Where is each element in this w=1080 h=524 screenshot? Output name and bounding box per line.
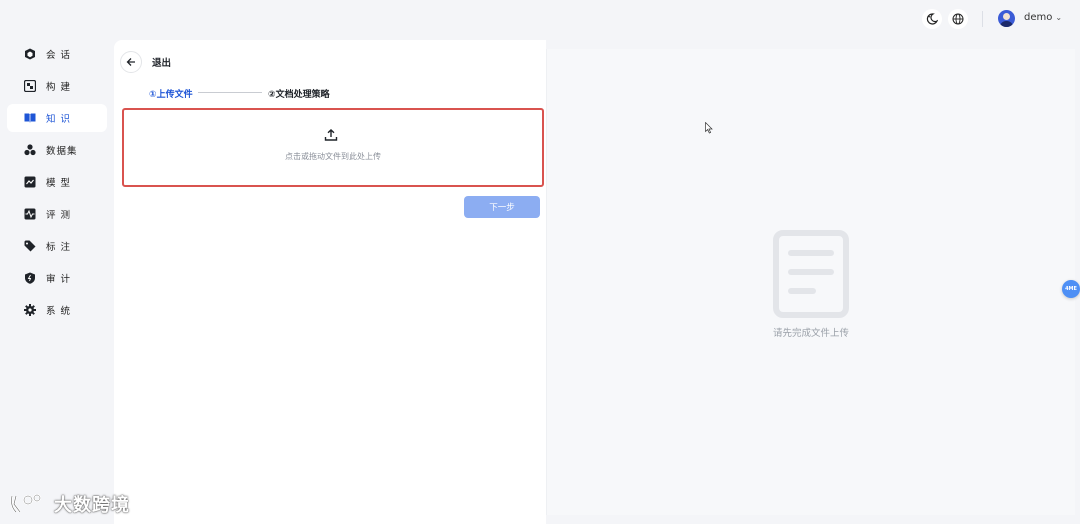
globe-icon[interactable] xyxy=(948,9,968,29)
sidebar-item-label: 评 测 xyxy=(46,210,72,221)
sidebar-item-label: 会 话 xyxy=(46,50,72,61)
sidebar-item-system[interactable]: 系 统 xyxy=(7,296,107,324)
arrow-left-icon xyxy=(126,58,135,66)
floating-assistant-badge[interactable]: 4ME xyxy=(1062,280,1080,298)
sidebar-item-label: 数据集 xyxy=(46,146,78,157)
watermark: 大数跨境 xyxy=(8,490,130,518)
avatar[interactable] xyxy=(998,10,1015,27)
sidebar-item-build[interactable]: 构 建 xyxy=(7,72,107,100)
tag-icon xyxy=(24,240,36,252)
shield-icon xyxy=(25,272,35,284)
exit-label[interactable]: 退出 xyxy=(152,55,171,69)
evaluation-icon xyxy=(24,208,36,220)
chevron-down-icon: ⌄ xyxy=(1055,13,1063,22)
sidebar-item-knowledge[interactable]: 知 识 xyxy=(7,104,107,132)
sidebar-item-evaluation[interactable]: 评 测 xyxy=(7,200,107,228)
build-icon xyxy=(24,80,36,92)
sidebar-item-annotation[interactable]: 标 注 xyxy=(7,232,107,260)
document-placeholder-icon xyxy=(773,230,849,318)
upload-icon xyxy=(324,129,338,141)
sidebar-item-label: 系 统 xyxy=(46,306,72,317)
sidebar-item-label: 知 识 xyxy=(46,114,72,125)
sidebar-item-label: 构 建 xyxy=(46,82,72,93)
step-processing-strategy[interactable]: ②文档处理策略 xyxy=(268,87,330,100)
back-button[interactable] xyxy=(120,51,142,73)
step-connector xyxy=(198,92,262,93)
user-menu[interactable]: demo ⌄ xyxy=(1024,12,1062,23)
theme-toggle-icon[interactable] xyxy=(922,9,942,29)
cube-icon xyxy=(25,48,35,60)
next-step-button[interactable]: 下一步 xyxy=(464,196,540,218)
user-name: demo xyxy=(1024,12,1053,23)
empty-preview-text: 请先完成文件上传 xyxy=(772,328,849,339)
sidebar-item-conversation[interactable]: 会 话 xyxy=(7,40,107,68)
header-divider xyxy=(982,11,983,27)
book-icon xyxy=(24,113,36,123)
sidebar-item-label: 模 型 xyxy=(46,178,72,189)
upload-panel: 退出 ①上传文件 ②文档处理策略 点击或拖动文件到此处上传 下一步 xyxy=(114,40,546,524)
dataset-icon xyxy=(24,144,36,156)
watermark-text: 大数跨境 xyxy=(54,495,130,516)
watermark-logo-icon xyxy=(10,494,41,513)
top-bar: demo ⌄ xyxy=(0,0,1080,38)
step-upload-file[interactable]: ①上传文件 xyxy=(149,87,193,100)
model-icon xyxy=(24,176,36,188)
upload-hint: 点击或拖动文件到此处上传 xyxy=(285,152,381,161)
gear-icon xyxy=(24,304,36,316)
sidebar-item-label: 审 计 xyxy=(46,274,72,285)
sidebar-item-audit[interactable]: 审 计 xyxy=(7,264,107,292)
sidebar-item-dataset[interactable]: 数据集 xyxy=(7,136,107,164)
mouse-cursor-icon xyxy=(705,122,713,134)
preview-panel: 请先完成文件上传 xyxy=(546,49,1075,515)
sidebar-item-label: 标 注 xyxy=(46,242,72,253)
file-dropzone[interactable]: 点击或拖动文件到此处上传 xyxy=(122,108,544,187)
sidebar-item-model[interactable]: 模 型 xyxy=(7,168,107,196)
